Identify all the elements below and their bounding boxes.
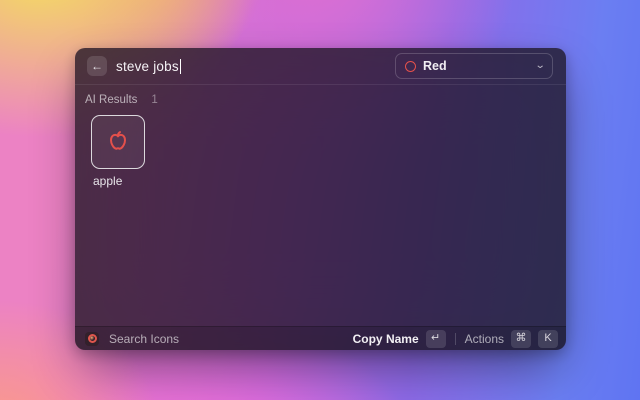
red-circle-icon (405, 60, 416, 72)
desktop-background: ← steve jobs Red ⌄ AI Results 1 apple Se… (0, 0, 640, 400)
result-tile-selected[interactable] (91, 115, 145, 169)
result-item: apple (91, 113, 149, 188)
result-label: apple (93, 174, 123, 188)
results-area: AI Results 1 apple (75, 85, 566, 326)
footer-divider (454, 332, 456, 345)
text-caret (179, 58, 182, 74)
primary-action-label[interactable]: Copy Name (353, 332, 419, 346)
footer-actions: Copy Name ↵ Actions ⌘ K (353, 329, 558, 348)
color-filter-dropdown[interactable]: Red ⌄ (395, 53, 553, 79)
raycast-window: ← steve jobs Red ⌄ AI Results 1 apple Se… (75, 48, 566, 350)
section-count: 1 (151, 94, 158, 106)
dropdown-selected-value: Red (423, 59, 447, 73)
search-bar: ← steve jobs Red ⌄ (75, 48, 566, 85)
section-title: AI Results (85, 94, 138, 106)
chevron-down-icon: ⌄ (534, 60, 546, 71)
icons-extension-ring-glyph (87, 334, 97, 343)
results-section-header: AI Results 1 (85, 94, 554, 106)
search-input[interactable]: steve jobs (116, 58, 386, 74)
search-query-text: steve jobs (116, 58, 179, 74)
extension-name: Search Icons (109, 331, 180, 346)
back-arrow-icon: ← (91, 59, 103, 73)
icons-extension-icon (85, 331, 99, 346)
return-key-badge[interactable]: ↵ (425, 329, 446, 348)
action-bar: Search Icons Copy Name ↵ Actions ⌘ K (75, 326, 566, 350)
apple-icon (110, 131, 126, 150)
k-key-badge[interactable]: K (538, 329, 558, 348)
actions-menu-label[interactable]: Actions (465, 332, 504, 346)
cmd-key-badge[interactable]: ⌘ (511, 329, 531, 348)
back-button[interactable]: ← (87, 56, 107, 76)
